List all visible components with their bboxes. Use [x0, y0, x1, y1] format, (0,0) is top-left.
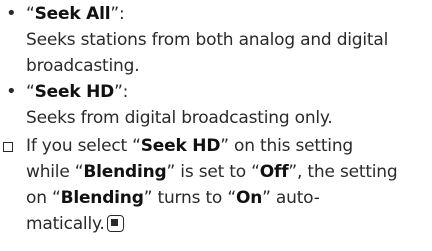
note-emphasis: Seek HD: [140, 136, 221, 156]
open-quote: “: [26, 82, 35, 102]
open-quote: “: [26, 4, 35, 24]
note-emphasis: On: [235, 188, 263, 208]
note-text: ” on this setting: [220, 136, 353, 156]
option-heading-seek-all: “Seek All”:: [26, 2, 125, 26]
note-text: ” auto-: [262, 188, 320, 208]
close-quote: ”:: [110, 4, 125, 24]
description-line: Seeks from digital broadcasting only.: [26, 108, 333, 128]
note-text: matically.: [26, 214, 105, 234]
note-text: ” is set to “: [166, 162, 260, 182]
note-line: while “Blending” is set to “Off”, the se…: [26, 160, 398, 184]
note-line: matically.: [26, 212, 124, 236]
close-quote: ”:: [114, 82, 129, 102]
end-mark-icon: [106, 214, 124, 232]
note-text: ”, the setting: [288, 162, 398, 182]
description-line: broadcasting.: [26, 56, 140, 76]
option-name: Seek HD: [34, 82, 115, 102]
note-line: If you select “Seek HD” on this setting: [26, 134, 353, 158]
note-text: while “: [26, 162, 84, 182]
note-emphasis: Blending: [83, 162, 167, 182]
note-emphasis: Off: [259, 162, 289, 182]
note-text: on “: [26, 188, 61, 208]
description-line: Seeks stations from both analog and digi…: [26, 30, 389, 50]
note-emphasis: Blending: [60, 188, 144, 208]
option-name: Seek All: [34, 4, 111, 24]
note-line: on “Blending” turns to “On” auto-: [26, 186, 320, 210]
note-checkbox-icon: [3, 142, 13, 152]
note-text: If you select “: [26, 136, 141, 156]
bullet: •: [6, 3, 17, 24]
note-text: ” turns to “: [143, 188, 236, 208]
bullet: •: [6, 81, 17, 102]
option-heading-seek-hd: “Seek HD”:: [26, 80, 128, 104]
